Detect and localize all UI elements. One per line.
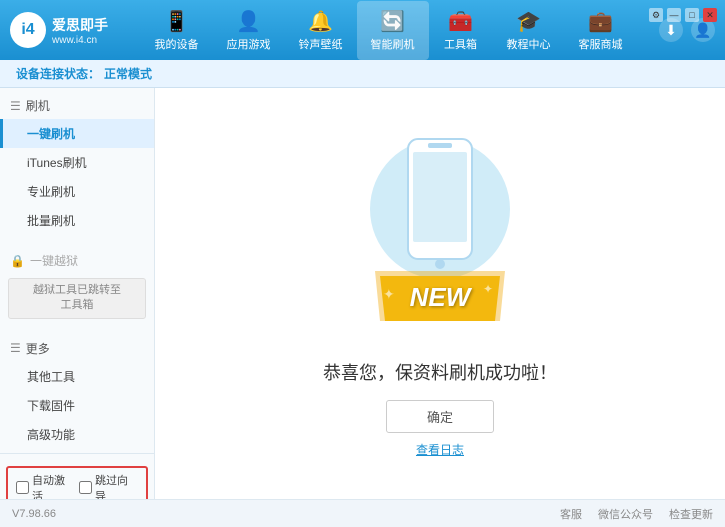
sidebar-item-itunes-flash[interactable]: iTunes刷机 — [0, 148, 154, 177]
flash-icon: 🔄 — [380, 9, 405, 34]
logo-text: 爱思即手 www.i4.cn — [52, 15, 108, 46]
phone-svg — [400, 134, 480, 284]
footer: V7.98.66 客服 微信公众号 检查更新 — [0, 499, 725, 527]
auto-activate-row: 自动激活 跳过向导 — [6, 466, 148, 499]
status-bar: 设备连接状态： 正常模式 — [0, 60, 725, 88]
window-controls: ⚙ — □ ✕ — [649, 8, 717, 22]
footer-link-service[interactable]: 客服 — [560, 506, 582, 522]
nav-app-game[interactable]: 👤 应用游戏 — [213, 1, 285, 60]
close-button[interactable]: ✕ — [703, 8, 717, 22]
success-illustration: ✦ ✦ NEW — [360, 129, 520, 329]
main-content: ✦ ✦ NEW 恭喜您，保资料刷机成功啦！ 确定 查看日志 — [155, 88, 725, 499]
tutorial-icon: 🎓 — [516, 9, 541, 34]
sidebar-item-advanced[interactable]: 高级功能 — [0, 420, 154, 449]
nav-ringtone[interactable]: 🔔 铃声壁纸 — [285, 1, 357, 60]
settings-icon[interactable]: ⚙ — [649, 8, 663, 22]
nav-toolbox[interactable]: 🧰 工具箱 — [429, 1, 493, 60]
svg-text:✦: ✦ — [383, 286, 395, 302]
ringtone-icon: 🔔 — [308, 9, 333, 34]
nav-bar: 📱 我的设备 👤 应用游戏 🔔 铃声壁纸 🔄 智能刷机 🧰 工具箱 🎓 — [128, 1, 649, 60]
nav-my-device[interactable]: 📱 我的设备 — [141, 1, 213, 60]
phone-container: ✦ ✦ NEW — [360, 129, 520, 329]
sidebar-item-download-firmware[interactable]: 下载固件 — [0, 391, 154, 420]
auto-guide-input[interactable] — [79, 481, 92, 494]
sidebar-group-more: ☰ 更多 — [0, 335, 154, 362]
device-icon: 📱 — [164, 9, 189, 34]
logo-icon: i4 — [10, 12, 46, 48]
nav-service[interactable]: 💼 客服商城 — [565, 1, 637, 60]
sidebar-bottom: 自动激活 跳过向导 📱 iPhone 15 Pro Max 512GB iPho… — [0, 453, 154, 499]
logo: i4 爱思即手 www.i4.cn — [10, 12, 108, 48]
svg-text:✦: ✦ — [483, 282, 493, 296]
service-icon: 💼 — [588, 9, 613, 34]
confirm-button[interactable]: 确定 — [386, 400, 494, 433]
footer-version: V7.98.66 — [12, 508, 544, 520]
sidebar-group-flash: ☰ 刷机 — [0, 92, 154, 119]
auto-activate-input[interactable] — [16, 481, 29, 494]
nav-tutorial[interactable]: 🎓 教程中心 — [493, 1, 565, 60]
minimize-button[interactable]: — — [667, 8, 681, 22]
header: i4 爱思即手 www.i4.cn 📱 我的设备 👤 应用游戏 🔔 铃声壁纸 🔄 — [0, 0, 725, 60]
log-link[interactable]: 查看日志 — [416, 441, 464, 458]
sidebar: ☰ 刷机 一键刷机 iTunes刷机 专业刷机 批量刷机 🔒 — [0, 88, 155, 499]
sidebar-item-pro-flash[interactable]: 专业刷机 — [0, 177, 154, 206]
footer-link-update[interactable]: 检查更新 — [669, 506, 713, 522]
sidebar-item-one-key-flash[interactable]: 一键刷机 — [0, 119, 154, 148]
sidebar-item-other-tools[interactable]: 其他工具 — [0, 362, 154, 391]
sidebar-notice: 越狱工具已跳转至工具箱 — [8, 278, 146, 319]
nav-smart-flash[interactable]: 🔄 智能刷机 — [357, 1, 429, 60]
sidebar-item-batch-flash[interactable]: 批量刷机 — [0, 206, 154, 235]
footer-links: 客服 微信公众号 检查更新 — [560, 506, 713, 522]
success-message: 恭喜您，保资料刷机成功啦！ — [323, 359, 557, 385]
auto-guide-checkbox[interactable]: 跳过向导 — [79, 472, 138, 499]
maximize-button[interactable]: □ — [685, 8, 699, 22]
svg-text:NEW: NEW — [410, 282, 473, 312]
lock-icon: 🔒 — [10, 254, 25, 268]
new-badge-svg: ✦ ✦ NEW — [375, 271, 505, 326]
app-icon: 👤 — [236, 9, 261, 34]
sidebar-jailbreak-disabled: 🔒 一键越狱 — [0, 247, 154, 274]
flash-group-icon: ☰ — [10, 99, 21, 113]
toolbox-icon: 🧰 — [448, 9, 473, 34]
footer-link-wechat[interactable]: 微信公众号 — [598, 506, 653, 522]
more-group-icon: ☰ — [10, 341, 21, 355]
auto-activate-checkbox[interactable]: 自动激活 — [16, 472, 75, 499]
